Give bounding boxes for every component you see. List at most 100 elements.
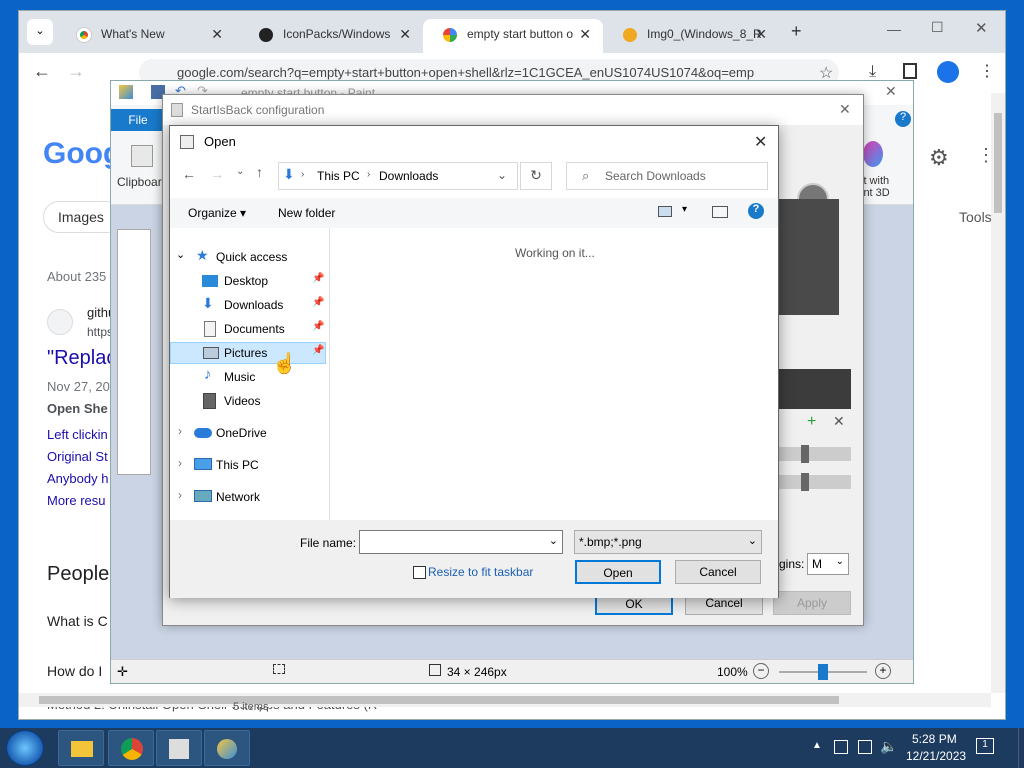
slider-track[interactable] (779, 473, 851, 491)
network-icon[interactable] (858, 740, 872, 754)
paint3d-icon[interactable] (863, 141, 883, 167)
sitelink[interactable]: Original St (47, 449, 108, 464)
chevron-down-icon[interactable]: ⌄ (176, 248, 185, 261)
tab-search-dropdown[interactable]: ⌄ (27, 19, 53, 45)
filename-input[interactable]: ⌄ (359, 530, 563, 554)
apps-grid-icon[interactable]: ⋮ (977, 145, 991, 166)
tree-item-onedrive[interactable]: › OneDrive (170, 422, 326, 444)
chevron-down-icon[interactable]: ▾ (682, 204, 687, 215)
cancel-button[interactable]: Cancel (675, 560, 761, 584)
forward-icon[interactable]: → (210, 166, 224, 182)
back-icon[interactable]: ← (182, 166, 196, 182)
scroll-thumb[interactable] (39, 696, 839, 704)
tree-item-network[interactable]: › Network (170, 486, 326, 508)
chevron-right-icon[interactable]: › (178, 424, 182, 438)
paint3d-label[interactable]: it with int 3D (861, 175, 890, 199)
tab-empty-start-button[interactable]: empty start button o ✕ (423, 19, 603, 53)
view-options-icon[interactable] (658, 206, 672, 217)
vertical-scrollbar[interactable] (991, 93, 1005, 693)
address-bar[interactable]: ⬇ › This PC › Downloads ⌄ (278, 162, 518, 190)
chevron-right-icon[interactable]: › (178, 456, 182, 470)
remove-icon[interactable]: ✕ (833, 413, 845, 430)
file-list[interactable]: Working on it... (331, 228, 777, 520)
chevron-down-icon[interactable]: ⌄ (497, 168, 507, 182)
minimize-button[interactable]: — (887, 21, 901, 37)
file-explorer-taskbar-button[interactable] (58, 730, 104, 766)
new-tab-button[interactable]: + (791, 21, 802, 42)
maximize-button[interactable]: ☐ (931, 19, 944, 36)
slider-thumb[interactable] (801, 473, 809, 491)
chevron-right-icon[interactable]: › (178, 488, 182, 502)
profile-icon[interactable] (937, 61, 959, 83)
settings-gear-icon[interactable]: ⚙ (929, 145, 949, 171)
tree-item-music[interactable]: ♪ Music (170, 366, 326, 388)
scroll-thumb[interactable] (994, 113, 1002, 213)
apply-button[interactable]: Apply (773, 591, 851, 615)
question-item[interactable]: What is C (47, 613, 108, 629)
question-item[interactable]: How do I (47, 663, 102, 679)
pin-icon[interactable]: 📌 (312, 321, 324, 332)
show-desktop-button[interactable] (1018, 728, 1024, 768)
close-button[interactable]: ✕ (975, 19, 988, 37)
zoom-slider[interactable] (779, 664, 867, 680)
tray-overflow-icon[interactable]: ▲ (812, 740, 822, 751)
horizontal-scrollbar[interactable] (19, 693, 991, 707)
up-icon[interactable]: ↑ (256, 164, 263, 180)
chevron-down-icon[interactable]: ⌄ (549, 534, 558, 547)
breadcrumb-this-pc[interactable]: This PC (317, 169, 360, 183)
download-icon[interactable]: ⤓ (869, 63, 876, 81)
paint-canvas[interactable] (117, 229, 151, 475)
result-title-link[interactable]: "Replac (47, 347, 116, 370)
slider-thumb[interactable] (801, 445, 809, 463)
clock-date[interactable]: 12/21/2023 (906, 749, 966, 763)
open-button[interactable]: Open (575, 560, 661, 584)
tree-item-videos[interactable]: Videos (170, 390, 326, 412)
refresh-button[interactable]: ↻ (520, 162, 552, 190)
more-results-link[interactable]: More resu (47, 493, 106, 508)
new-folder-button[interactable]: New folder (278, 206, 335, 220)
close-icon[interactable]: ✕ (755, 26, 767, 43)
tree-item-this-pc[interactable]: › This PC (170, 454, 326, 476)
pin-icon[interactable]: 📌 (312, 297, 324, 308)
tray-app-icon[interactable] (834, 740, 848, 754)
recent-dropdown-icon[interactable]: ⌄ (236, 166, 244, 177)
resize-checkbox[interactable] (413, 566, 426, 579)
help-icon[interactable]: ? (895, 111, 911, 127)
close-icon[interactable]: ✕ (399, 26, 411, 43)
tree-item-desktop[interactable]: Desktop 📌 (170, 270, 326, 292)
tab-whats-new[interactable]: What's New ✕ (57, 19, 235, 53)
resize-checkbox-label[interactable]: Resize to fit taskbar (428, 565, 533, 579)
clock-time[interactable]: 5:28 PM (912, 732, 957, 746)
pin-icon[interactable]: 📌 (312, 345, 324, 356)
tab-img0[interactable]: Img0_(Windows_8_R ✕ (603, 19, 779, 53)
forward-button[interactable]: → (67, 61, 85, 82)
margins-select[interactable]: M ⌄ (807, 553, 849, 575)
close-icon[interactable]: ✕ (579, 26, 591, 43)
tree-item-pictures[interactable]: Pictures 📌 (170, 342, 326, 364)
tools-link[interactable]: Tools (959, 209, 991, 225)
zoom-in-button[interactable]: + (875, 663, 891, 679)
tab-iconpacks[interactable]: IconPacks/Windows ✕ (239, 19, 423, 53)
close-button[interactable]: ✕ (754, 132, 767, 152)
clipboard-paste-icon[interactable] (131, 145, 153, 167)
start-button[interactable] (6, 730, 44, 766)
notification-icon[interactable]: 1 (976, 738, 994, 754)
help-icon[interactable]: ? (748, 203, 764, 219)
add-icon[interactable]: + (807, 413, 816, 431)
close-icon[interactable]: ✕ (211, 26, 223, 43)
tree-item-documents[interactable]: Documents 📌 (170, 318, 326, 340)
volume-icon[interactable]: 🔈 (880, 738, 897, 755)
file-tab[interactable]: File (111, 109, 165, 131)
close-button[interactable]: ✕ (839, 101, 851, 118)
pin-icon[interactable]: 📌 (312, 273, 324, 284)
zoom-out-button[interactable]: − (753, 663, 769, 679)
back-button[interactable]: ← (33, 61, 51, 82)
close-button[interactable]: ✕ (885, 83, 897, 100)
sitelink[interactable]: Left clickin (47, 427, 108, 442)
paint-taskbar-button[interactable] (204, 730, 250, 766)
startisback-taskbar-button[interactable] (156, 730, 202, 766)
zoom-slider-thumb[interactable] (818, 664, 828, 680)
tree-item-quick-access[interactable]: ⌄ ★ Quick access (170, 246, 326, 268)
breadcrumb-downloads[interactable]: Downloads (379, 169, 438, 183)
filetype-select[interactable]: *.bmp;*.png ⌄ (574, 530, 762, 554)
